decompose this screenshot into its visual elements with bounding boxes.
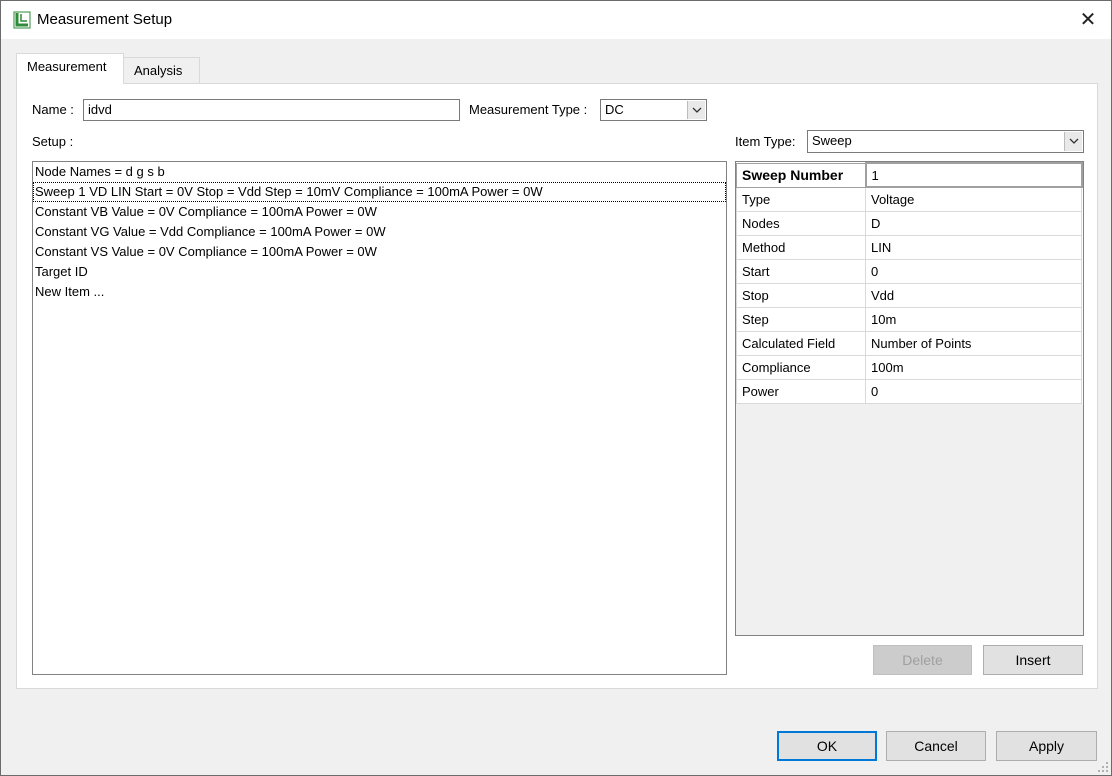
property-key: Start <box>736 258 866 284</box>
property-row-stop: Stop Vdd <box>736 282 1082 308</box>
name-input[interactable]: idvd <box>83 99 460 121</box>
list-item[interactable]: Constant VB Value = 0V Compliance = 100m… <box>33 202 726 222</box>
item-type-select[interactable]: Sweep <box>807 130 1084 153</box>
property-key: Type <box>736 186 866 212</box>
window-title: Measurement Setup <box>37 11 173 28</box>
setup-label: Setup : <box>32 134 74 149</box>
property-key: Step <box>736 306 866 332</box>
item-type-label: Item Type: <box>735 134 796 149</box>
property-row-calculated-field: Calculated Field Number of Points <box>736 330 1082 356</box>
property-grid: Sweep Number 1 Type Voltage Nodes D Meth… <box>735 161 1084 636</box>
property-row-compliance: Compliance 100m <box>736 354 1082 380</box>
property-key: Sweep Number <box>736 162 866 188</box>
chevron-down-icon[interactable] <box>687 101 705 119</box>
property-row-sweep-number: Sweep Number 1 <box>736 162 1083 188</box>
list-item[interactable]: Constant VG Value = Vdd Compliance = 100… <box>33 222 726 242</box>
property-key: Nodes <box>736 210 866 236</box>
property-value[interactable]: Number of Points <box>865 330 1082 356</box>
measurement-type-label: Measurement Type : <box>469 102 588 117</box>
property-row-step: Step 10m <box>736 306 1082 332</box>
apply-button[interactable]: Apply <box>996 731 1097 761</box>
property-key: Compliance <box>736 354 866 380</box>
property-key: Method <box>736 234 866 260</box>
tab-analysis[interactable]: Analysis <box>123 57 200 83</box>
insert-button[interactable]: Insert <box>983 645 1083 675</box>
property-value[interactable]: 100m <box>865 354 1082 380</box>
property-key: Calculated Field <box>736 330 866 356</box>
property-row-nodes: Nodes D <box>736 210 1082 236</box>
property-value[interactable]: LIN <box>865 234 1082 260</box>
property-row-power: Power 0 <box>736 378 1082 404</box>
ok-button[interactable]: OK <box>777 731 877 761</box>
property-key: Power <box>736 378 866 404</box>
measurement-setup-window: Measurement Setup ✕ Measurement Analysis… <box>0 0 1112 776</box>
property-key: Stop <box>736 282 866 308</box>
property-row-method: Method LIN <box>736 234 1082 260</box>
list-item-selected[interactable]: Sweep 1 VD LIN Start = 0V Stop = Vdd Ste… <box>33 182 726 202</box>
list-item[interactable]: Node Names = d g s b <box>33 162 726 182</box>
property-row-start: Start 0 <box>736 258 1082 284</box>
property-value[interactable]: Vdd <box>865 282 1082 308</box>
list-item[interactable]: New Item ... <box>33 282 726 302</box>
item-type-value: Sweep <box>812 133 852 148</box>
name-label: Name : <box>32 102 74 117</box>
list-item[interactable]: Constant VS Value = 0V Compliance = 100m… <box>33 242 726 262</box>
close-icon[interactable]: ✕ <box>1075 7 1101 33</box>
resize-grip-icon[interactable] <box>1097 761 1109 773</box>
list-item[interactable]: Target ID <box>33 262 726 282</box>
setup-list[interactable]: Node Names = d g s b Sweep 1 VD LIN Star… <box>32 161 727 675</box>
property-row-type: Type Voltage <box>736 186 1082 212</box>
property-value[interactable]: Voltage <box>865 186 1082 212</box>
property-table: Sweep Number 1 Type Voltage Nodes D Meth… <box>736 162 1083 404</box>
title-bar: Measurement Setup ✕ <box>1 1 1111 39</box>
measurement-type-value: DC <box>605 102 624 117</box>
chevron-down-icon[interactable] <box>1064 132 1082 151</box>
property-value[interactable]: D <box>865 210 1082 236</box>
measurement-panel: Name : idvd Measurement Type : DC Setup … <box>16 83 1098 689</box>
property-value-input[interactable]: 1 <box>864 162 1083 188</box>
cancel-button[interactable]: Cancel <box>886 731 986 761</box>
property-value[interactable]: 10m <box>865 306 1082 332</box>
delete-button[interactable]: Delete <box>873 645 972 675</box>
property-value[interactable]: 0 <box>865 258 1082 284</box>
app-icon <box>13 11 31 29</box>
property-value[interactable]: 0 <box>865 378 1082 404</box>
measurement-type-select[interactable]: DC <box>600 99 707 121</box>
tab-measurement[interactable]: Measurement <box>16 53 124 84</box>
